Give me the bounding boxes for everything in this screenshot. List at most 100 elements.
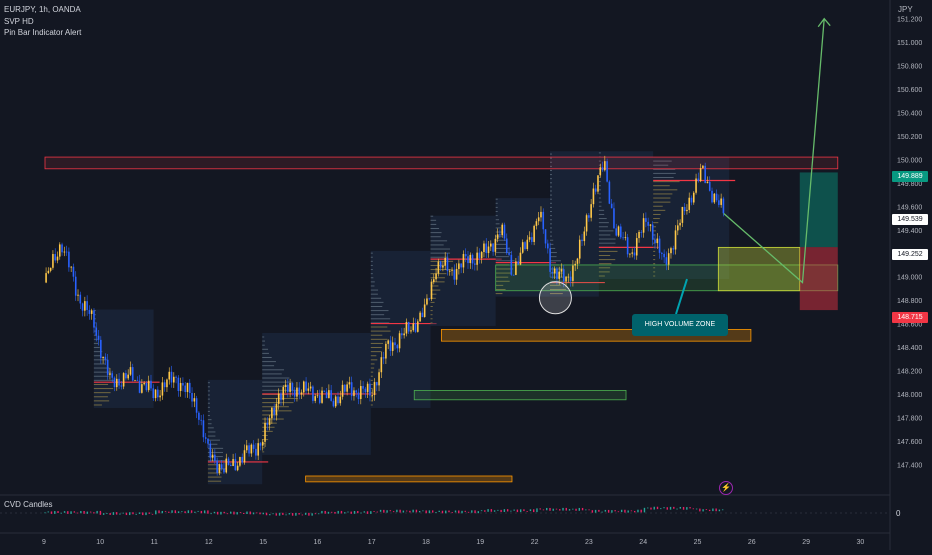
candle-body [432, 279, 435, 283]
volume-bar [370, 285, 375, 287]
candle-body [467, 256, 469, 264]
volume-bar [262, 385, 289, 387]
candle-body [257, 443, 259, 456]
indicator-svp-label[interactable]: SVP HD [4, 17, 34, 27]
candle-body [508, 253, 510, 255]
volume-bar [93, 363, 106, 365]
cvd-candle [269, 514, 271, 516]
cvd-candle [529, 509, 532, 512]
volume-bar [262, 414, 278, 416]
candle-body [633, 252, 636, 256]
candle-body [622, 237, 624, 239]
candle-body [658, 238, 661, 253]
volume-bar [495, 211, 498, 213]
x-tick-label: 9 [42, 539, 46, 546]
volume-bar [207, 402, 210, 404]
candle-body [175, 376, 177, 378]
candle-body [478, 252, 481, 259]
cvd-candle [285, 514, 287, 516]
candle-body [405, 321, 408, 334]
candle-body [389, 340, 392, 351]
cvd-candle [344, 512, 346, 514]
y-tick-label: 147.800 [897, 415, 922, 422]
volume-bar [653, 177, 674, 179]
x-tick-label: 23 [585, 539, 593, 546]
volume-bar [93, 342, 99, 344]
volume-bar [262, 418, 284, 420]
candle-body [464, 254, 467, 257]
cvd-candle [216, 511, 219, 515]
volume-bar [495, 227, 501, 229]
volume-bar [430, 219, 437, 221]
volume-bar [653, 250, 656, 252]
volume-bar [370, 293, 378, 295]
volume-bar [207, 390, 210, 392]
symbol-title[interactable]: EURJPY, 1h, OANDA [4, 5, 81, 15]
candle-body [540, 211, 542, 218]
cvd-candle [614, 510, 616, 512]
x-tick-label: 19 [476, 539, 484, 546]
candle-body [355, 390, 358, 393]
cvd-candle [233, 511, 235, 515]
cvd-candle [80, 510, 82, 514]
volume-bar [262, 356, 272, 358]
cvd-candle [516, 509, 519, 513]
candle-body [248, 445, 250, 454]
chart-canvas[interactable]: 151.200 151.000 150.800 150.600 150.400 150.2… [0, 0, 932, 550]
volume-bar [262, 430, 273, 432]
high-volume-zone-callout[interactable]: HIGH VOLUME ZONE [632, 314, 728, 336]
volume-bar [370, 277, 374, 279]
volume-bar [430, 252, 451, 254]
candle-body [702, 165, 704, 169]
cvd-candle [718, 509, 721, 512]
volume-bar [262, 344, 265, 346]
cvd-candle [57, 511, 59, 514]
cvd-candle [676, 508, 678, 510]
volume-bar [207, 435, 216, 437]
candle-body [558, 271, 561, 279]
volume-bar [370, 314, 385, 316]
volume-bar [549, 174, 552, 176]
candle-body [332, 400, 335, 407]
candle-body [683, 206, 686, 212]
cvd-candle [236, 512, 238, 515]
volume-bar [93, 396, 108, 398]
cvd-candle [607, 509, 610, 513]
candle-body [578, 239, 581, 259]
volume-bar [598, 181, 601, 183]
volume-bar [653, 230, 656, 232]
candle-body [588, 215, 590, 218]
volume-bar [430, 310, 433, 312]
volume-bar [598, 250, 618, 252]
volume-bar [598, 189, 601, 191]
volume-bar [495, 206, 498, 208]
volume-bar [370, 297, 382, 299]
volume-bar [549, 194, 552, 196]
candle-body [284, 384, 287, 387]
candle-body [592, 188, 595, 205]
cvd-candle [327, 511, 330, 514]
lightning-icon[interactable]: ⚡ [719, 481, 733, 495]
volume-bar [549, 202, 552, 204]
cvd-candle [321, 510, 323, 514]
volume-bar [370, 379, 373, 381]
candle-body [544, 229, 547, 244]
candle-body [421, 312, 424, 318]
candle-body [232, 459, 234, 466]
indicator-pinbar-label[interactable]: Pin Bar Indicator Alert [4, 28, 81, 38]
candle-body [170, 371, 173, 383]
y-tick-label: 150.200 [897, 134, 922, 141]
cvd-candle [370, 511, 372, 514]
cvd-candle [708, 509, 711, 512]
candle-body [667, 253, 670, 265]
volume-bar [262, 369, 285, 371]
volume-bar [370, 252, 373, 254]
cvd-panel-title[interactable]: CVD Candles [4, 500, 52, 510]
candle-body [341, 384, 344, 397]
cvd-candle [96, 510, 98, 514]
cvd-candle [484, 510, 486, 512]
candle-body [542, 211, 545, 230]
cvd-candle [161, 510, 163, 514]
cvd-candle [526, 511, 528, 512]
candle-body [291, 383, 294, 391]
